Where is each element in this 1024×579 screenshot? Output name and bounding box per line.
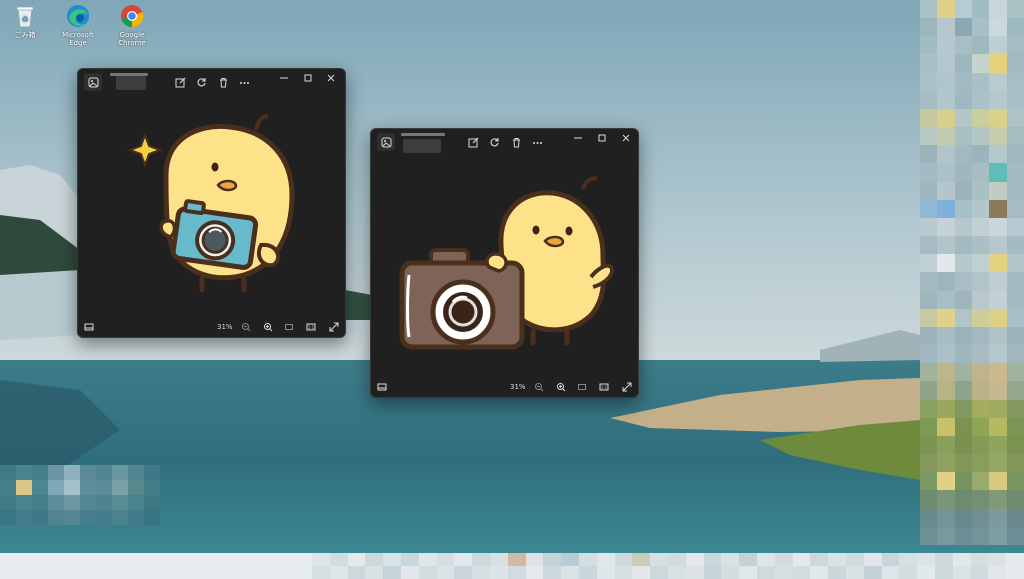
rotate-icon[interactable] — [487, 135, 501, 149]
recycle-bin-glyph: ♻ — [12, 3, 38, 29]
fit-to-window-icon[interactable] — [576, 381, 588, 393]
fit-to-window-icon[interactable] — [283, 321, 295, 333]
recycle-bin-icon[interactable]: ♻ ごみ箱 — [0, 3, 50, 39]
actual-size-icon[interactable]: 1:1 — [305, 321, 317, 333]
maximize-button[interactable] — [595, 131, 609, 145]
photos-app-icon — [377, 133, 395, 151]
zoom-out-icon[interactable] — [533, 381, 545, 393]
edit-image-icon[interactable] — [173, 75, 187, 89]
zoom-out-icon[interactable] — [240, 321, 252, 333]
edge-label: Microsoft Edge — [62, 31, 94, 47]
photos-app-icon — [84, 73, 102, 91]
taskbar — [0, 553, 1024, 579]
svg-text:♻: ♻ — [21, 15, 28, 24]
full-screen-icon[interactable] — [621, 381, 633, 393]
close-button[interactable] — [324, 71, 338, 85]
bottom-toolbar: 31% 1:1 — [371, 377, 638, 397]
photos-window-1[interactable]: 31% 1:1 — [77, 68, 346, 338]
title-bar[interactable] — [371, 129, 638, 155]
photos-window-2[interactable]: 31% 1:1 — [370, 128, 639, 398]
edge-icon — [65, 3, 91, 29]
delete-icon[interactable] — [216, 75, 230, 89]
more-options-icon[interactable] — [530, 135, 544, 149]
filename-blurred — [403, 139, 441, 153]
minimize-button[interactable] — [277, 71, 291, 85]
maximize-button[interactable] — [301, 71, 315, 85]
chrome-label: Google Chrome — [118, 31, 146, 47]
edit-image-icon[interactable] — [466, 135, 480, 149]
chrome-shortcut[interactable]: Google Chrome — [107, 3, 157, 47]
delete-icon[interactable] — [509, 135, 523, 149]
svg-text:1:1: 1:1 — [601, 385, 608, 390]
pixelated-desktop-icons — [920, 0, 1024, 545]
title-bar[interactable] — [78, 69, 345, 95]
zoom-level: 31% — [217, 323, 233, 331]
chick-holding-blue-camera-image — [127, 114, 295, 293]
desktop: ♻ ごみ箱 Microsoft Edge Google Chrome 31% 1… — [0, 0, 1024, 579]
image-canvas[interactable] — [371, 155, 638, 377]
minimize-button[interactable] — [571, 131, 585, 145]
filename-blurred — [116, 76, 146, 90]
filmstrip-toggle-icon[interactable] — [376, 381, 388, 393]
pixelated-taskbar-icons — [312, 553, 1024, 579]
zoom-in-icon[interactable] — [262, 321, 274, 333]
zoom-level: 31% — [510, 383, 526, 391]
close-button[interactable] — [619, 131, 633, 145]
actual-size-icon[interactable]: 1:1 — [598, 381, 610, 393]
pixelated-desktop-icons-bottom-left — [0, 465, 160, 525]
chrome-icon — [119, 3, 145, 29]
more-options-icon[interactable] — [237, 75, 251, 89]
filename-blurred-line — [401, 133, 445, 136]
svg-text:1:1: 1:1 — [308, 325, 315, 330]
recycle-bin-label: ごみ箱 — [14, 31, 36, 39]
rotate-icon[interactable] — [194, 75, 208, 89]
bottom-toolbar: 31% 1:1 — [78, 317, 345, 337]
edge-shortcut[interactable]: Microsoft Edge — [53, 3, 103, 47]
full-screen-icon[interactable] — [328, 321, 340, 333]
filmstrip-toggle-icon[interactable] — [83, 321, 95, 333]
image-canvas[interactable] — [78, 95, 345, 317]
chick-with-brown-camera-image — [399, 176, 614, 350]
zoom-in-icon[interactable] — [555, 381, 567, 393]
